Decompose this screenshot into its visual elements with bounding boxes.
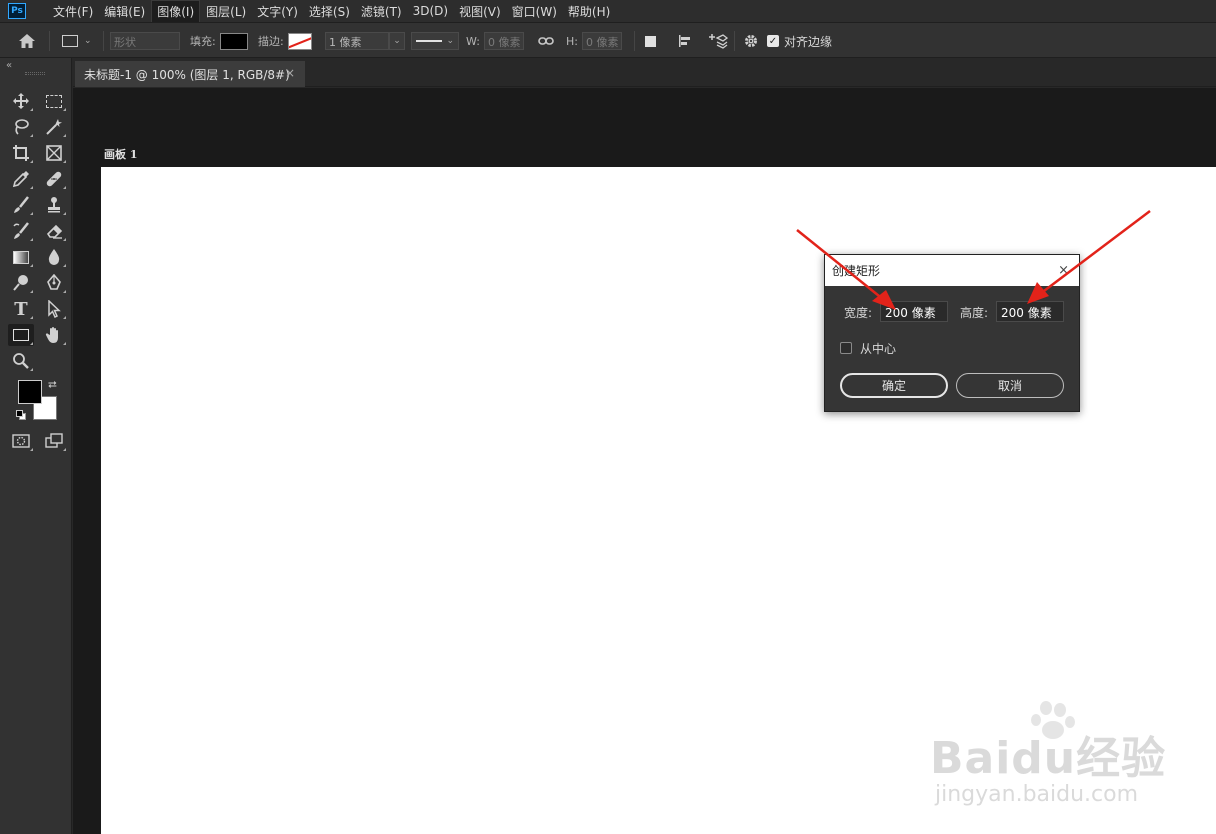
close-icon[interactable]: × — [1058, 263, 1069, 278]
fill-swatch[interactable] — [219, 32, 248, 50]
history-brush-tool-icon[interactable] — [8, 220, 34, 242]
home-icon[interactable] — [18, 23, 36, 59]
path-operations-icon[interactable] — [645, 23, 656, 59]
from-center-label: 从中心 — [860, 342, 897, 356]
stroke-swatch[interactable] — [287, 32, 312, 50]
dodge-tool-icon[interactable] — [8, 272, 34, 294]
menu-filter[interactable]: 滤镜(T) — [356, 1, 407, 22]
width-label: W: — [466, 34, 480, 48]
tools-panel: « T ⮂ — [0, 58, 72, 834]
height-label: H: — [566, 34, 578, 48]
link-icon[interactable] — [538, 23, 554, 59]
path-arrangement-icon[interactable] — [708, 23, 728, 59]
height-input[interactable]: 200 像素 — [996, 301, 1064, 322]
menu-view[interactable]: 视图(V) — [454, 1, 506, 22]
path-alignment-icon[interactable] — [677, 23, 693, 59]
watermark-url: jingyan.baidu.com — [935, 782, 1139, 807]
menu-help[interactable]: 帮助(H) — [563, 1, 615, 22]
zoom-tool-icon[interactable] — [8, 350, 34, 372]
menu-edit[interactable]: 编辑(E) — [99, 1, 150, 22]
shape-tool-preset[interactable]: ⌄ — [62, 23, 92, 59]
brush-tool-icon[interactable] — [8, 194, 34, 216]
menu-type[interactable]: 文字(Y) — [252, 1, 303, 22]
document-tab[interactable]: 未标题-1 @ 100% (图层 1, RGB/8#) × — [75, 61, 305, 87]
close-icon[interactable]: × — [285, 66, 295, 80]
marquee-tool-icon[interactable] — [41, 90, 67, 112]
chevron-down-icon: ⌄ — [446, 36, 454, 46]
path-selection-tool-icon[interactable] — [41, 298, 67, 320]
gradient-tool-icon[interactable] — [8, 246, 34, 268]
menu-bar: Ps 文件(F) 编辑(E) 图像(I) 图层(L) 文字(Y) 选择(S) 滤… — [0, 0, 1216, 23]
height-field[interactable]: 0 像素 — [581, 32, 622, 50]
swap-colors-icon[interactable]: ⮂ — [48, 378, 57, 392]
panel-grip[interactable] — [25, 72, 45, 75]
pen-tool-icon[interactable] — [41, 272, 67, 294]
tool-mode-select[interactable]: 形状 — [110, 32, 180, 50]
rectangle-tool-icon[interactable] — [8, 324, 34, 346]
menu-file[interactable]: 文件(F) — [48, 1, 98, 22]
fill-label: 填充: — [190, 35, 216, 48]
move-tool-icon[interactable] — [8, 90, 34, 112]
dialog-title-bar[interactable]: 创建矩形 × — [825, 255, 1079, 286]
stroke-line-icon — [416, 40, 443, 42]
rectangle-preset-icon — [62, 35, 78, 47]
eyedropper-tool-icon[interactable] — [8, 168, 34, 190]
height-label: 高度: — [960, 306, 989, 320]
type-tool-icon[interactable]: T — [8, 298, 34, 320]
align-edges-label: 对齐边缘 — [784, 34, 833, 49]
width-input[interactable]: 200 像素 — [880, 301, 948, 322]
clone-stamp-tool-icon[interactable] — [41, 194, 67, 216]
quick-mask-icon[interactable] — [8, 430, 34, 452]
hand-tool-icon[interactable] — [41, 324, 67, 346]
stroke-type-select[interactable]: ⌄ — [411, 32, 459, 50]
watermark-brand: Baidu经验 — [930, 733, 1167, 784]
ok-button[interactable]: 确定 — [840, 373, 948, 398]
lasso-tool-icon[interactable] — [8, 116, 34, 138]
eraser-tool-icon[interactable] — [41, 220, 67, 242]
menu-image[interactable]: 图像(I) — [151, 0, 201, 23]
blur-tool-icon[interactable] — [41, 246, 67, 268]
menu-window[interactable]: 窗口(W) — [507, 1, 562, 22]
gear-icon[interactable] — [743, 23, 759, 59]
align-edges-checkbox[interactable]: ✓ — [767, 35, 779, 47]
chevron-down-icon: ⌄ — [393, 36, 401, 46]
frame-tool-icon[interactable] — [41, 142, 67, 164]
width-field[interactable]: 0 像素 — [483, 32, 524, 50]
cancel-button[interactable]: 取消 — [956, 373, 1064, 398]
crop-tool-icon[interactable] — [8, 142, 34, 164]
chevron-down-icon: ⌄ — [84, 36, 92, 46]
default-colors-icon[interactable] — [16, 410, 26, 420]
artboard-label[interactable]: 画板 1 — [104, 146, 137, 162]
stroke-label: 描边: — [258, 35, 284, 48]
menu-3d[interactable]: 3D(D) — [408, 2, 453, 20]
dialog-title: 创建矩形 — [832, 264, 881, 278]
magic-wand-tool-icon[interactable] — [41, 116, 67, 138]
options-bar: ⌄ 形状 填充: 描边: 1 像素 ⌄ ⌄ W: 0 像素 H: 0 像素 ✓ … — [0, 22, 1216, 58]
stroke-width-dropdown[interactable]: ⌄ — [389, 32, 405, 50]
width-label: 宽度: — [844, 306, 873, 320]
healing-brush-tool-icon[interactable] — [41, 168, 67, 190]
photoshop-logo-icon[interactable]: Ps — [8, 3, 26, 19]
document-tab-bar: 未标题-1 @ 100% (图层 1, RGB/8#) × — [73, 58, 1216, 87]
document-tab-title: 未标题-1 @ 100% (图层 1, RGB/8#) — [84, 67, 290, 82]
foreground-color-swatch[interactable] — [18, 380, 42, 404]
from-center-checkbox[interactable] — [840, 342, 852, 354]
stroke-width-field[interactable]: 1 像素 — [325, 32, 389, 50]
menu-layer[interactable]: 图层(L) — [201, 1, 251, 22]
screen-mode-icon[interactable] — [41, 430, 67, 452]
menu-select[interactable]: 选择(S) — [304, 1, 355, 22]
collapse-panel-icon[interactable]: « — [6, 60, 12, 71]
create-rectangle-dialog: 创建矩形 × 宽度: 200 像素 高度: 200 像素 从中心 确定 取消 — [824, 254, 1080, 412]
